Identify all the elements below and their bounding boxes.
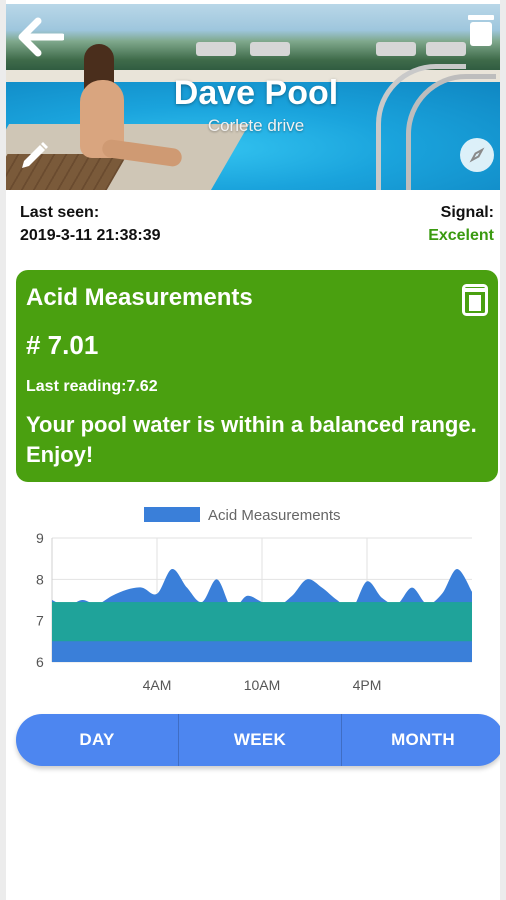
trash-icon[interactable] (462, 284, 488, 316)
pool-address: Corlete drive (207, 116, 305, 135)
y-tick-label: 7 (36, 613, 44, 629)
y-tick-label: 8 (36, 571, 44, 587)
trash-icon[interactable] (464, 10, 498, 50)
range-month-button[interactable]: MONTH (341, 714, 504, 766)
compass-icon[interactable] (460, 138, 494, 172)
status-message: Your pool water is within a balanced ran… (26, 412, 477, 467)
x-tick-label: 10AM (244, 677, 281, 693)
pool-name: Dave Pool (173, 74, 339, 112)
last-reading: Last reading:7.62 (26, 378, 158, 395)
signal-label: Signal: (440, 204, 494, 221)
time-range-selector[interactable]: DAY WEEK MONTH (16, 714, 504, 766)
y-tick-label: 6 (36, 654, 44, 670)
range-day-button[interactable]: DAY (16, 714, 178, 766)
range-week-button[interactable]: WEEK (178, 714, 341, 766)
x-tick-label: 4PM (353, 677, 382, 693)
signal-value: Excelent (428, 227, 494, 244)
range-band-teal (52, 602, 472, 642)
legend-label: Acid Measurements (208, 507, 341, 524)
range-band-blue (52, 641, 472, 662)
acid-chart: Acid Measurements 9 8 7 6 4AM 10AM 4PM (36, 507, 472, 693)
legend-swatch (144, 507, 200, 522)
y-tick-label: 9 (36, 530, 44, 546)
last-seen-label: Last seen: (20, 204, 100, 221)
x-tick-label: 4AM (143, 677, 172, 693)
last-seen-value: 2019-3-11 21:38:39 (20, 227, 161, 244)
acid-measurement-card[interactable]: Acid Measurements # 7.01 Last reading:7.… (16, 270, 498, 482)
back-arrow-icon[interactable] (16, 12, 66, 62)
pencil-icon[interactable] (14, 138, 54, 174)
card-title: Acid Measurements (26, 284, 253, 311)
current-value: # 7.01 (26, 330, 99, 360)
